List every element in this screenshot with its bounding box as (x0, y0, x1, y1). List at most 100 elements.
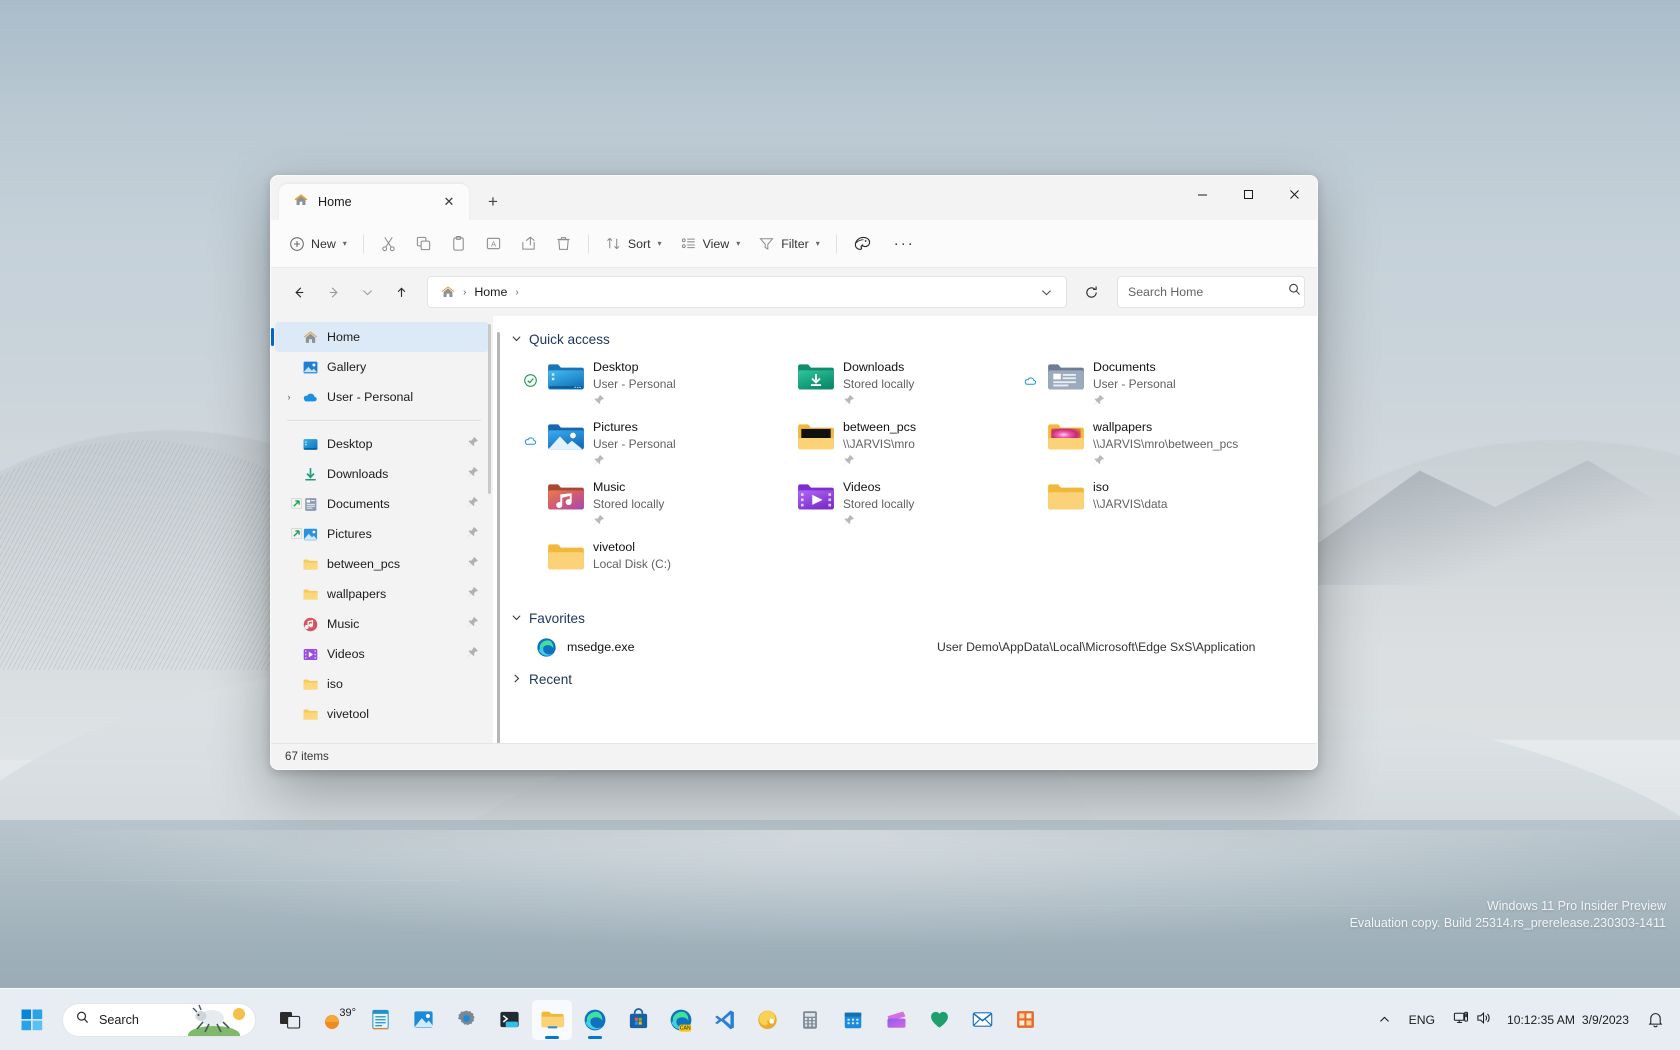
cut-button[interactable] (372, 228, 405, 260)
tray-overflow-button[interactable] (1371, 1002, 1398, 1038)
sidebar-item-vivetool[interactable]: vivetool (275, 699, 489, 729)
volume-icon[interactable] (1476, 1010, 1492, 1029)
quick-access-tile[interactable]: Music Stored locally (509, 471, 759, 531)
microsoft-store-button[interactable] (618, 1000, 658, 1040)
chevron-right-icon[interactable]: › (279, 392, 299, 402)
settings-button[interactable] (446, 1000, 486, 1040)
photos-button[interactable] (403, 1000, 443, 1040)
pin-icon[interactable] (467, 645, 479, 663)
quick-access-tile[interactable]: Downloads Stored locally (759, 351, 1009, 411)
edge-canary-button[interactable]: CAN (661, 1000, 701, 1040)
weather-widget-button[interactable]: 39° (313, 1000, 357, 1040)
firefox-button[interactable] (747, 1000, 787, 1040)
rename-button[interactable]: A (477, 228, 510, 260)
pin-icon[interactable] (467, 555, 479, 573)
minimize-button[interactable] (1179, 176, 1225, 212)
quick-access-tile[interactable]: Pictures User - Personal (509, 411, 759, 471)
view-button[interactable]: View ▾ (672, 228, 749, 260)
pin-icon[interactable] (467, 435, 479, 453)
breadcrumb-bar[interactable]: › Home › (427, 276, 1067, 308)
vs-code-button[interactable] (704, 1000, 744, 1040)
pin-icon[interactable] (1093, 453, 1238, 471)
favorites-header[interactable]: Favorites (511, 611, 1317, 626)
file-explorer-button[interactable] (532, 999, 572, 1040)
new-tab-button[interactable]: + (477, 187, 509, 217)
pin-icon[interactable] (467, 525, 479, 543)
content-scrollbar[interactable] (497, 332, 500, 743)
calculator-button[interactable] (790, 1000, 830, 1040)
quick-access-tile[interactable]: wallpapers \\JARVIS\mro\between_pcs (1009, 411, 1259, 471)
language-indicator[interactable]: ENG (1402, 1002, 1442, 1038)
pin-icon[interactable] (467, 495, 479, 513)
search-box[interactable] (1117, 276, 1305, 308)
tab-home[interactable]: Home ✕ (279, 184, 469, 220)
share-button[interactable] (512, 228, 545, 260)
start-button[interactable] (12, 1000, 52, 1040)
sort-button[interactable]: Sort ▾ (597, 228, 670, 260)
delete-button[interactable] (547, 228, 580, 260)
filter-button[interactable]: Filter ▾ (750, 228, 828, 260)
up-button[interactable] (385, 276, 417, 308)
forward-button[interactable] (317, 276, 349, 308)
tab-close-icon[interactable]: ✕ (437, 190, 461, 214)
sidebar-item-videos[interactable]: Videos (275, 639, 489, 669)
sidebar-item-downloads[interactable]: Downloads (275, 459, 489, 489)
refresh-button[interactable] (1075, 276, 1107, 308)
taskbar-search-box[interactable]: Search (62, 1002, 256, 1037)
quick-access-tile[interactable]: vivetool Local Disk (C:) (509, 531, 759, 591)
quick-access-tile[interactable]: Videos Stored locally (759, 471, 1009, 531)
recent-locations-button[interactable] (351, 276, 383, 308)
copy-button[interactable] (407, 228, 440, 260)
pin-icon[interactable] (593, 393, 676, 411)
pin-icon[interactable] (1093, 393, 1176, 411)
notepad-button[interactable] (360, 1000, 400, 1040)
pin-icon[interactable] (843, 513, 914, 531)
calendar-button[interactable] (833, 1000, 873, 1040)
quick-access-tile[interactable]: Desktop User - Personal (509, 351, 759, 411)
terminal-button[interactable] (489, 1000, 529, 1040)
more-options-button[interactable]: ··· (886, 228, 923, 260)
back-button[interactable] (283, 276, 315, 308)
recent-header[interactable]: Recent (511, 672, 1317, 687)
navigation-pane-scrollbar[interactable] (488, 324, 491, 494)
search-icon[interactable] (1287, 282, 1302, 302)
network-icon[interactable] (1453, 1010, 1469, 1029)
favorites-item-row[interactable]: msedge.exe User Demo\AppData\Local\Micro… (503, 630, 1317, 664)
address-dropdown-button[interactable] (1030, 276, 1062, 308)
pin-icon[interactable] (843, 393, 914, 411)
pin-icon[interactable] (593, 453, 676, 471)
chevron-down-icon[interactable] (511, 333, 522, 346)
clipchamp-button[interactable] (876, 1000, 916, 1040)
sidebar-item-user-personal[interactable]: › User - Personal (275, 382, 489, 412)
preview-pane-button[interactable] (845, 228, 880, 260)
store-app-button[interactable] (1005, 1000, 1045, 1040)
sidebar-item-pictures[interactable]: Pictures (275, 519, 489, 549)
sidebar-item-documents[interactable]: Documents (275, 489, 489, 519)
clock-button[interactable]: 10:12:35 AM 3/9/2023 (1503, 1002, 1637, 1038)
close-button[interactable] (1271, 176, 1317, 212)
pin-icon[interactable] (467, 615, 479, 633)
sidebar-item-iso[interactable]: iso (275, 669, 489, 699)
health-button[interactable] (919, 1000, 959, 1040)
network-volume-group[interactable] (1446, 1002, 1499, 1038)
pin-icon[interactable] (467, 465, 479, 483)
notifications-button[interactable] (1641, 1002, 1670, 1038)
pin-icon[interactable] (467, 585, 479, 603)
mail-button[interactable] (962, 1000, 1002, 1040)
pin-icon[interactable] (843, 453, 916, 471)
paste-button[interactable] (442, 228, 475, 260)
quick-access-tile[interactable]: Documents User - Personal (1009, 351, 1259, 411)
sidebar-item-desktop[interactable]: Desktop (275, 429, 489, 459)
pin-icon[interactable] (593, 513, 664, 531)
sidebar-item-music[interactable]: Music (275, 609, 489, 639)
maximize-button[interactable] (1225, 176, 1271, 212)
sidebar-item-gallery[interactable]: Gallery (275, 352, 489, 382)
task-view-button[interactable] (270, 1000, 310, 1040)
chevron-right-icon[interactable] (511, 673, 522, 686)
sidebar-item-wallpapers[interactable]: wallpapers (275, 579, 489, 609)
quick-access-tile[interactable]: iso \\JARVIS\data (1009, 471, 1259, 531)
search-input[interactable] (1128, 285, 1287, 299)
quick-access-tile[interactable]: between_pcs \\JARVIS\mro (759, 411, 1009, 471)
quick-access-header[interactable]: Quick access (511, 332, 1317, 347)
breadcrumb-home[interactable]: Home (471, 285, 510, 299)
